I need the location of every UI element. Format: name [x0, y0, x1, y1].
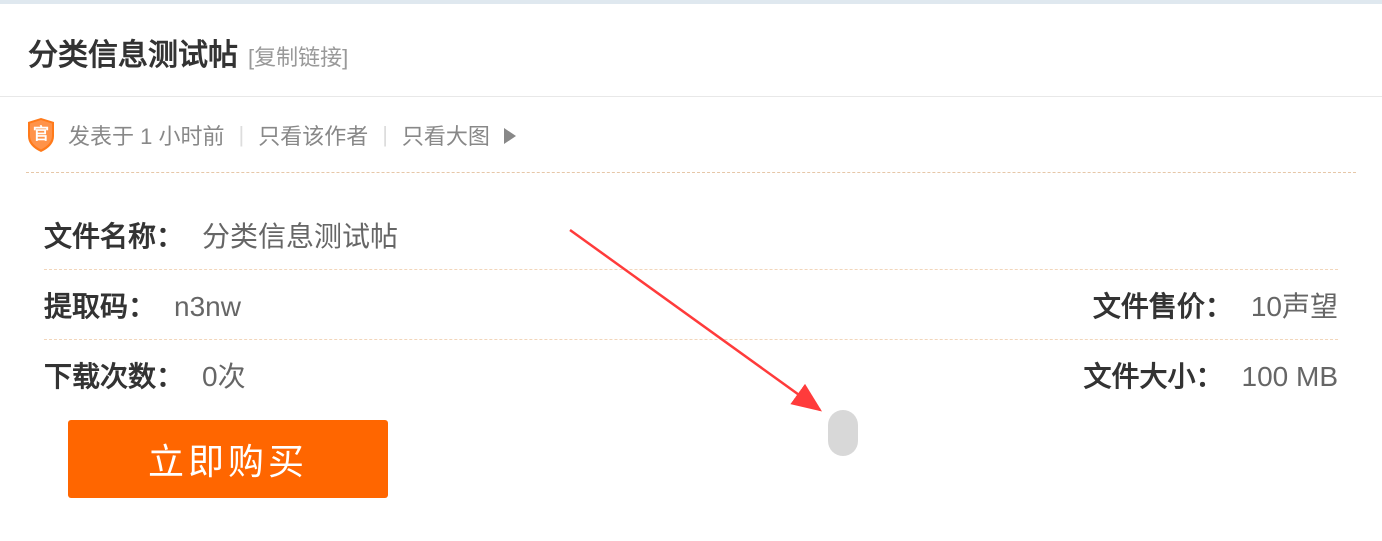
filename-value: 分类信息测试帖 — [202, 215, 398, 255]
size-label: 文件大小： — [1083, 355, 1223, 395]
filename-label: 文件名称： — [44, 215, 184, 255]
gray-pill-placeholder — [828, 410, 858, 456]
big-image-link[interactable]: 只看大图 — [402, 119, 518, 151]
downloads-label: 下载次数： — [44, 355, 184, 395]
top-border — [0, 0, 1382, 4]
info-row-code-price: 提取码： n3nw 文件售价： 10声望 — [44, 270, 1338, 340]
info-row-downloads-size: 下载次数： 0次 文件大小： 100 MB — [44, 340, 1338, 410]
price-label: 文件售价： — [1093, 285, 1233, 325]
play-icon — [504, 124, 518, 150]
code-value: n3nw — [174, 291, 241, 323]
meta-separator: | — [238, 122, 244, 148]
buy-now-button[interactable]: 立即购买 — [68, 420, 388, 498]
post-header: 分类信息测试帖 [复制链接] — [28, 30, 348, 74]
big-image-label: 只看大图 — [402, 124, 490, 149]
author-only-link[interactable]: 只看该作者 — [258, 119, 368, 151]
copy-link-button[interactable]: [复制链接] — [248, 40, 348, 72]
svg-text:官: 官 — [33, 124, 49, 143]
price-value: 10声望 — [1251, 285, 1338, 325]
header-divider — [0, 96, 1382, 97]
meta-separator: | — [382, 122, 388, 148]
size-value: 100 MB — [1242, 361, 1339, 393]
info-row-filename: 文件名称： 分类信息测试帖 — [44, 200, 1338, 270]
code-label: 提取码： — [44, 285, 156, 325]
downloads-value: 0次 — [202, 355, 246, 395]
post-meta-row: 官 发表于 1 小时前 | 只看该作者 | 只看大图 — [26, 118, 1356, 173]
post-title: 分类信息测试帖 — [28, 30, 238, 74]
file-info-block: 文件名称： 分类信息测试帖 提取码： n3nw 文件售价： 10声望 下载次数：… — [44, 200, 1338, 410]
posted-at-text: 发表于 1 小时前 — [68, 119, 224, 151]
official-badge-icon: 官 — [26, 118, 56, 152]
